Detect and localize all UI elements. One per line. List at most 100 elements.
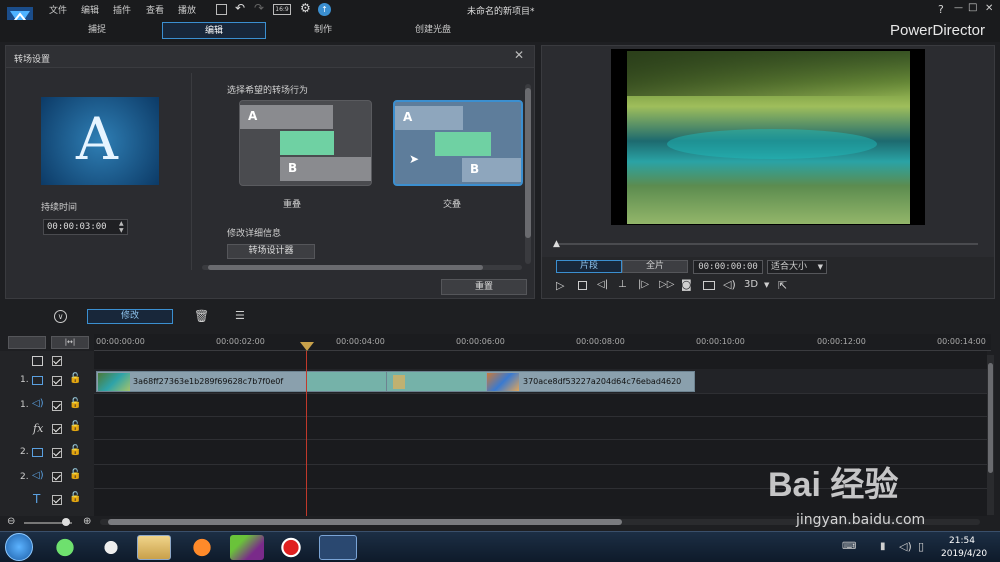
track-label: 2. xyxy=(20,447,29,457)
menu-edit[interactable]: 编辑 xyxy=(81,3,99,16)
start-button[interactable] xyxy=(5,533,33,561)
menu-view[interactable]: 查看 xyxy=(146,3,164,16)
qq-icon[interactable] xyxy=(94,535,128,560)
menu-file[interactable]: 文件 xyxy=(49,3,67,16)
modify-button[interactable]: 修改 xyxy=(87,309,173,324)
panel-close-icon[interactable]: ✕ xyxy=(514,48,524,62)
tray-volume-icon[interactable]: ◁) xyxy=(899,540,912,553)
redo-icon[interactable]: ↷ xyxy=(254,1,264,15)
tab-edit[interactable]: 编辑 xyxy=(162,22,266,39)
volume-icon[interactable]: ◁) xyxy=(723,278,736,291)
lock-icon[interactable]: 🔓 xyxy=(69,398,81,409)
maximize-button[interactable]: □ xyxy=(968,2,977,13)
tab-create-disc[interactable]: 创建光盘 xyxy=(381,22,485,39)
all-tracks-monitor-icon[interactable] xyxy=(32,356,43,366)
powerdirector-taskbar-icon[interactable] xyxy=(319,535,357,560)
track-row xyxy=(94,417,987,440)
list-icon[interactable]: ☰ xyxy=(235,309,245,322)
recorder-icon[interactable] xyxy=(274,535,308,560)
explorer-folder-icon[interactable] xyxy=(137,535,171,560)
zoom-in-icon[interactable]: ⊕ xyxy=(83,516,91,527)
reset-button[interactable]: 重置 xyxy=(441,279,527,295)
clip-mode-button[interactable]: 片段 xyxy=(556,260,622,273)
lock-icon[interactable]: 🔓 xyxy=(69,492,81,503)
update-badge-icon[interactable]: ↑ xyxy=(318,3,331,16)
lock-icon[interactable]: 🔓 xyxy=(69,373,81,384)
ruler-tick: 00:00:12:00 xyxy=(817,337,866,346)
foliage-overlay xyxy=(627,51,910,96)
all-tracks-checkbox[interactable] xyxy=(52,356,62,366)
movie-mode-button[interactable]: 全片 xyxy=(622,260,688,273)
next-frame-icon[interactable]: |▷ xyxy=(638,279,649,290)
preview-video-frame xyxy=(627,51,910,224)
transition-designer-button[interactable]: 转场设计器 xyxy=(227,244,315,259)
panel-vscroll[interactable] xyxy=(525,84,531,264)
zoom-select[interactable]: 适合大小 ▼ xyxy=(767,260,827,274)
split-icon[interactable]: ⊥ xyxy=(618,279,627,290)
3d-toggle[interactable]: 3D xyxy=(744,279,758,290)
clock-time[interactable]: 21:54 xyxy=(949,536,975,546)
tab-produce[interactable]: 制作 xyxy=(271,22,375,39)
seek-handle-icon[interactable]: ▲ xyxy=(553,239,560,249)
video-clip[interactable]: 370ace8df53227a204d64c76ebad4620 xyxy=(386,371,695,392)
track-manager-button[interactable] xyxy=(8,336,46,349)
panel-hscroll[interactable] xyxy=(202,265,522,270)
track-label: 1. xyxy=(20,375,29,385)
track-enable-checkbox[interactable] xyxy=(52,472,62,482)
lock-icon[interactable]: 🔓 xyxy=(69,469,81,480)
transition-option-cross[interactable]: A B ➤ xyxy=(393,100,523,186)
ruler-tick: 00:00:10:00 xyxy=(696,337,745,346)
ruler-tick: 00:00:00:00 xyxy=(96,337,145,346)
lock-icon[interactable]: 🔓 xyxy=(69,445,81,456)
clip-thumbnail xyxy=(98,373,130,391)
tray-power-icon[interactable]: ▯ xyxy=(918,540,924,553)
help-button[interactable]: ? xyxy=(938,3,944,16)
track-label: 1. xyxy=(20,400,29,410)
stop-icon[interactable] xyxy=(578,281,587,290)
track-enable-checkbox[interactable] xyxy=(52,376,62,386)
preview-seek-bar[interactable] xyxy=(556,243,978,245)
settings-gear-icon[interactable]: ⚙ xyxy=(300,1,311,15)
transition-option-overlap[interactable]: A B xyxy=(239,100,372,186)
duration-input[interactable]: 00:00:03:00 ▲ ▼ xyxy=(43,219,128,235)
save-icon[interactable] xyxy=(216,4,227,15)
snapshot-camera-icon[interactable]: ◙ xyxy=(681,278,692,291)
player-timecode[interactable]: 00:00:00:00 xyxy=(693,260,763,274)
undock-icon[interactable]: ⇱ xyxy=(778,279,787,292)
track-enable-checkbox[interactable] xyxy=(52,401,62,411)
zoom-out-icon[interactable]: ⊖ xyxy=(7,516,15,527)
browser-360-icon[interactable] xyxy=(48,535,82,560)
subtitle-icon[interactable] xyxy=(703,281,715,290)
prev-frame-icon[interactable]: ◁| xyxy=(597,279,608,290)
option-cross-label: 交叠 xyxy=(443,200,462,210)
undo-icon[interactable]: ↶ xyxy=(235,1,245,15)
ruler-tick: 00:00:04:00 xyxy=(336,337,385,346)
fast-forward-icon[interactable]: ▷▷ xyxy=(659,279,674,290)
play-icon[interactable]: ▷ xyxy=(556,279,564,292)
panel-divider xyxy=(191,73,192,270)
clock-date[interactable]: 2019/4/20 xyxy=(941,549,987,559)
trash-icon[interactable]: 🗑 xyxy=(194,309,209,323)
expand-toggle-icon[interactable]: ∨ xyxy=(54,310,67,323)
fit-timeline-button[interactable]: |↔| xyxy=(51,336,89,349)
playhead-line[interactable] xyxy=(306,351,307,516)
duration-stepper-icon[interactable]: ▲ ▼ xyxy=(119,220,124,234)
lock-icon[interactable]: 🔓 xyxy=(69,421,81,432)
menu-play[interactable]: 播放 xyxy=(178,3,196,16)
video-clip[interactable]: 3a68ff27363e1b289f69628c7b7f0e0f xyxy=(96,371,394,392)
minimize-button[interactable]: — xyxy=(954,3,963,13)
media-player-icon[interactable] xyxy=(230,535,264,560)
tray-network-icon[interactable]: ▮ xyxy=(880,541,886,552)
tab-capture[interactable]: 捕捉 xyxy=(45,22,149,39)
menu-plugins[interactable]: 插件 xyxy=(113,3,131,16)
track-enable-checkbox[interactable] xyxy=(52,448,62,458)
track-enable-checkbox[interactable] xyxy=(52,424,62,434)
close-button[interactable]: ✕ xyxy=(985,3,993,14)
3d-chevron-icon[interactable]: ▼ xyxy=(764,281,769,289)
aspect-ratio-icon[interactable]: 16:9 xyxy=(273,4,291,15)
zoom-slider-handle[interactable] xyxy=(62,518,70,526)
track-enable-checkbox[interactable] xyxy=(52,495,62,505)
transition-icon[interactable] xyxy=(393,375,405,389)
tray-keyboard-icon[interactable]: ⌨ xyxy=(842,541,856,552)
firefox-icon[interactable] xyxy=(185,535,219,560)
